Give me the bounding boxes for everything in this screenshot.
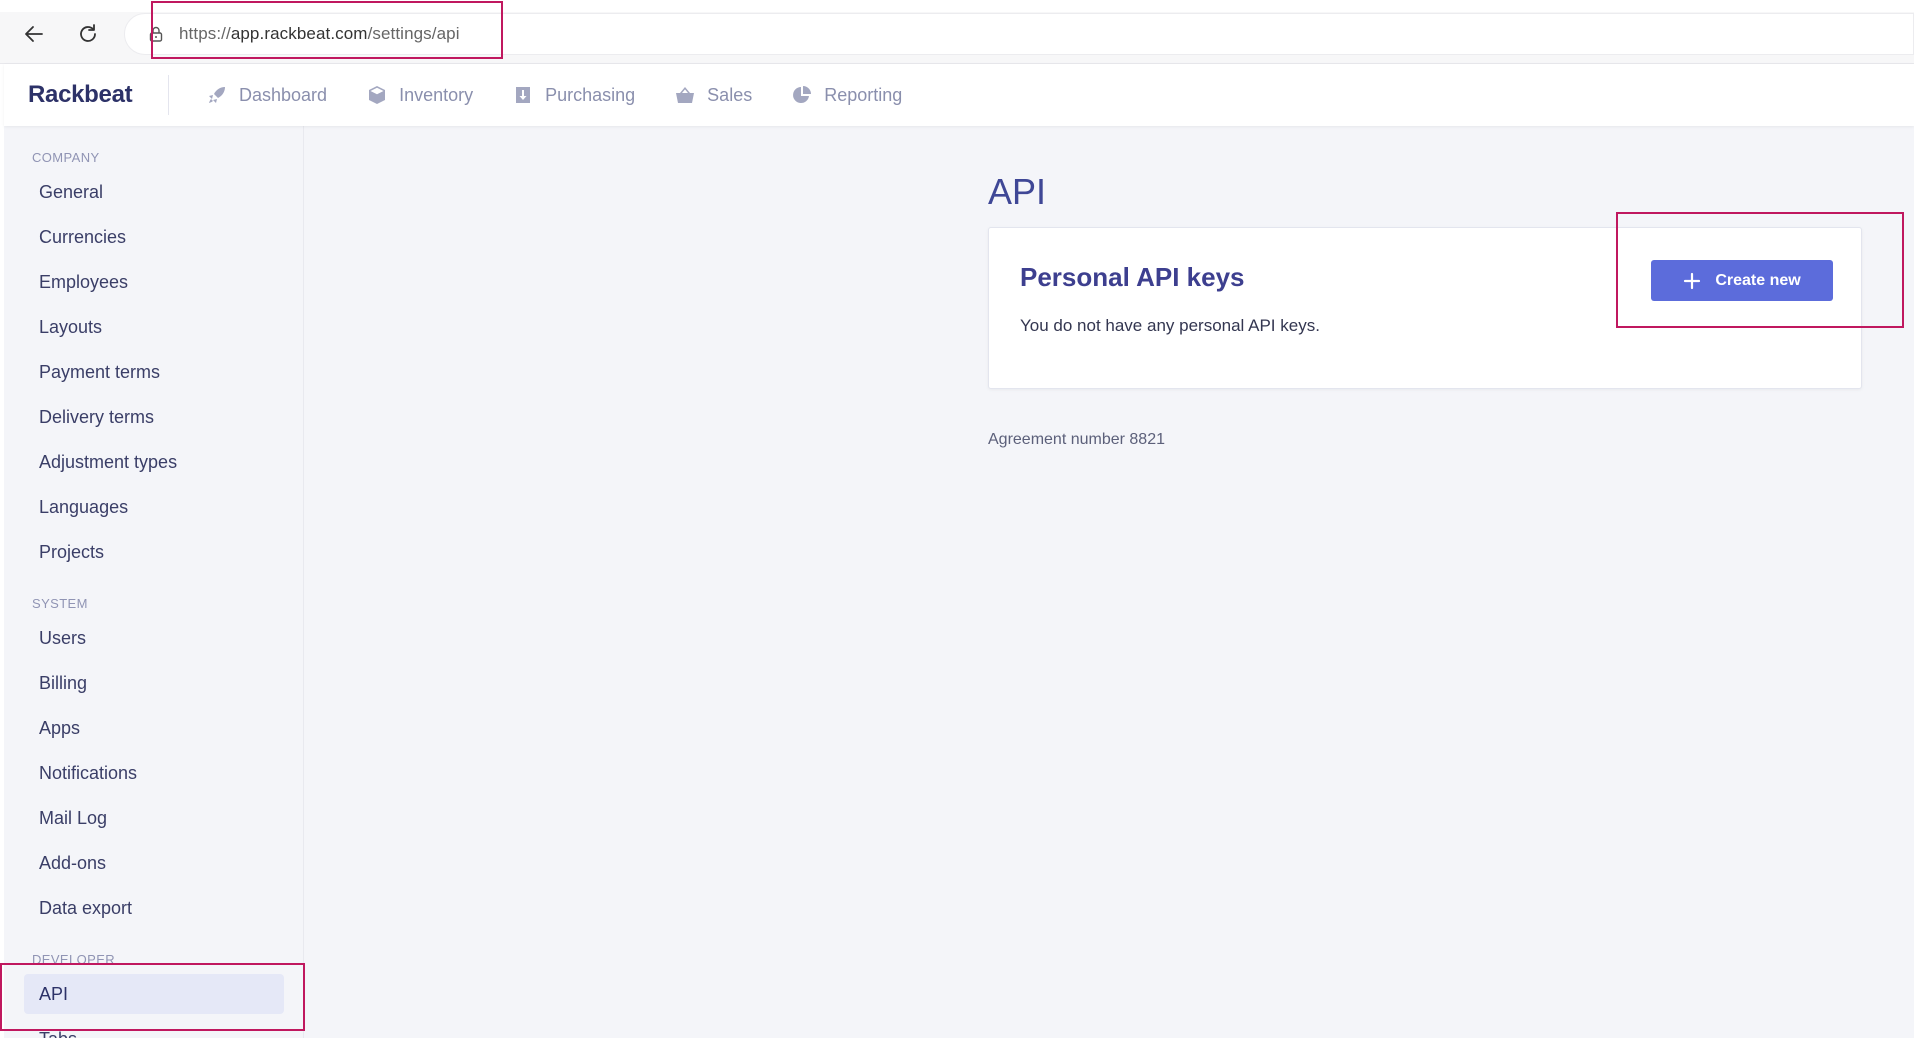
sidebar-item-employees[interactable]: Employees	[24, 262, 284, 302]
sidebar-item-data-export[interactable]: Data export	[24, 888, 284, 928]
card-title: Personal API keys	[1020, 262, 1245, 292]
sidebar-item-tabs[interactable]: Tabs	[24, 1019, 284, 1038]
sidebar-item-delivery-terms[interactable]: Delivery terms	[24, 397, 284, 437]
browser-toolbar: https://app.rackbeat.com/settings/api	[0, 0, 1914, 64]
logo[interactable]: Rackbeat	[28, 81, 168, 109]
sidebar-item-projects[interactable]: Projects	[24, 532, 284, 572]
create-new-label: Create new	[1715, 271, 1801, 289]
sidebar-item-users[interactable]: Users	[24, 618, 284, 658]
sidebar-item-payment-terms[interactable]: Payment terms	[24, 352, 284, 392]
back-button[interactable]	[18, 18, 50, 50]
plus-icon	[1684, 272, 1701, 289]
main-content: API Personal API keys You do not have an…	[304, 126, 1914, 1038]
nav-dashboard[interactable]: Dashboard	[207, 85, 327, 106]
nav-dashboard-label: Dashboard	[239, 84, 328, 105]
reload-button[interactable]	[72, 18, 104, 50]
reload-icon	[80, 24, 96, 42]
url-scheme: https://	[179, 24, 231, 43]
header-divider	[168, 75, 169, 115]
sidebar-item-adjustment-types[interactable]: Adjustment types	[24, 442, 284, 482]
nav-sales-label: Sales	[707, 84, 753, 105]
url-path: /settings/api	[367, 24, 460, 43]
rocket-icon	[209, 87, 225, 103]
sidebar-item-api[interactable]: API	[24, 974, 284, 1014]
pie-chart-icon	[793, 86, 812, 103]
create-new-button[interactable]: Create new	[1651, 260, 1833, 301]
section-title-developer: DEVELOPER	[32, 952, 116, 967]
nav-sales[interactable]: Sales	[675, 85, 752, 106]
section-title-company: COMPANY	[32, 150, 100, 165]
sidebar-item-currencies[interactable]: Currencies	[24, 217, 284, 257]
agreement-number: Agreement number 8821	[988, 431, 1165, 448]
lock-icon	[149, 26, 163, 42]
sidebar-item-billing[interactable]: Billing	[24, 663, 284, 703]
top-navigation: Dashboard Inventory Purchasing Sales Rep…	[207, 85, 942, 106]
box-icon	[369, 86, 386, 104]
nav-reporting-label: Reporting	[824, 84, 903, 105]
nav-purchasing-label: Purchasing	[545, 84, 636, 105]
sidebar-item-add-ons[interactable]: Add-ons	[24, 843, 284, 883]
empty-state-text: You do not have any personal API keys.	[1020, 316, 1320, 335]
page-title: API	[988, 171, 1047, 212]
nav-inventory-label: Inventory	[399, 84, 474, 105]
sidebar-item-mail-log[interactable]: Mail Log	[24, 798, 284, 838]
url-host: app.rackbeat.com	[230, 24, 368, 43]
sidebar-item-languages[interactable]: Languages	[24, 487, 284, 527]
section-title-system: SYSTEM	[32, 596, 88, 611]
arrow-left-icon	[25, 26, 43, 42]
nav-inventory[interactable]: Inventory	[367, 85, 473, 106]
api-keys-card: Personal API keys You do not have any pe…	[988, 227, 1862, 389]
basket-icon	[676, 87, 695, 103]
settings-sidebar: COMPANY General Currencies Employees Lay…	[4, 126, 304, 1038]
sidebar-item-notifications[interactable]: Notifications	[24, 753, 284, 793]
sidebar-item-apps[interactable]: Apps	[24, 708, 284, 748]
nav-reporting[interactable]: Reporting	[792, 85, 902, 106]
url-text: https://app.rackbeat.com/settings/api	[179, 24, 460, 44]
sidebar-item-layouts[interactable]: Layouts	[24, 307, 284, 347]
download-icon	[516, 87, 531, 103]
nav-purchasing[interactable]: Purchasing	[513, 85, 635, 106]
app-header: Rackbeat Dashboard Inventory Purchasing …	[4, 64, 1914, 126]
sidebar-item-general[interactable]: General	[24, 172, 284, 212]
address-bar[interactable]: https://app.rackbeat.com/settings/api	[124, 13, 1914, 55]
browser-tab-strip	[0, 0, 1914, 12]
